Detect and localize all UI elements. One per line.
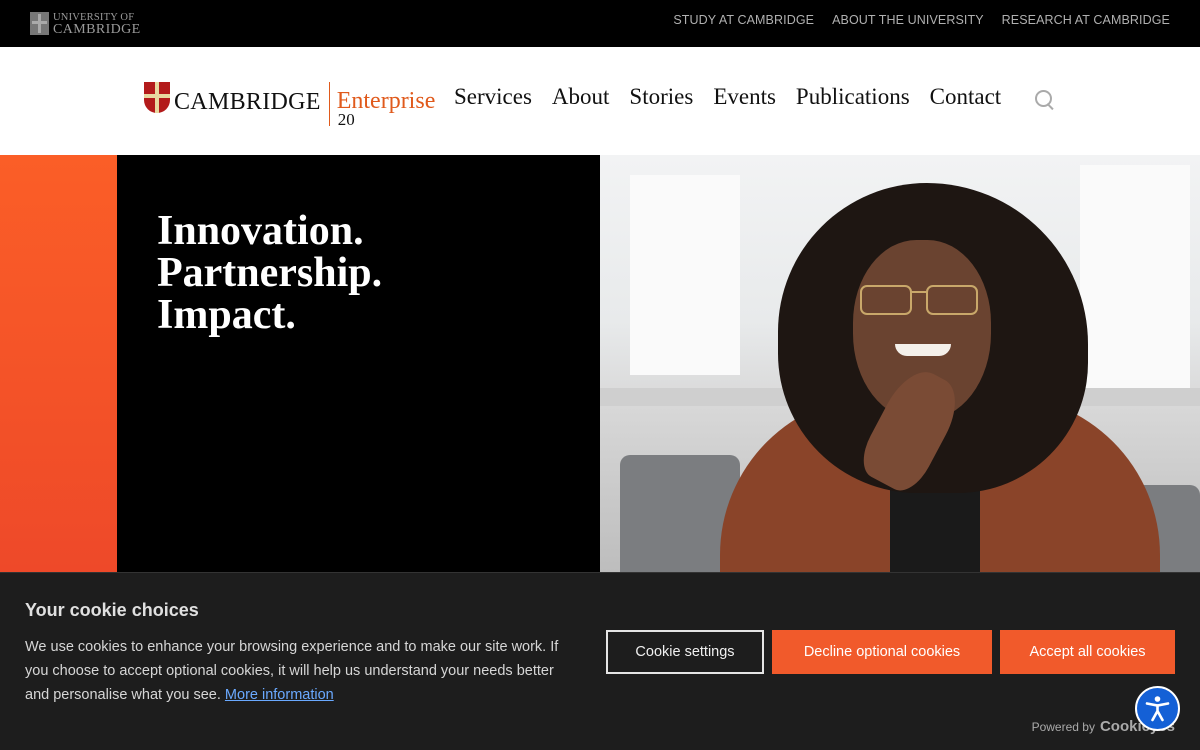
nav-contact[interactable]: Contact: [930, 84, 1002, 110]
nav-stories[interactable]: Stories: [629, 84, 693, 110]
nav-publications[interactable]: Publications: [796, 84, 910, 110]
hero-text-panel: Innovation. Partnership. Impact.: [117, 155, 600, 572]
hero-accent-bar: [0, 155, 117, 572]
glasses: [860, 285, 978, 315]
cookie-banner: Your cookie choices We use cookies to en…: [0, 572, 1200, 750]
nav-about[interactable]: About: [552, 84, 610, 110]
utility-links: STUDY AT CAMBRIDGE ABOUT THE UNIVERSITY …: [673, 0, 1170, 40]
link-study-at-cambridge[interactable]: STUDY AT CAMBRIDGE: [673, 13, 814, 27]
more-information-link[interactable]: More information: [225, 687, 334, 703]
hero-line-innovation: Innovation.: [157, 208, 364, 254]
hero-line-partnership: Partnership.: [157, 250, 383, 296]
cambridge-crest-icon: [144, 82, 170, 113]
link-about-the-university[interactable]: ABOUT THE UNIVERSITY: [832, 13, 984, 27]
decline-optional-cookies-button[interactable]: Decline optional cookies: [772, 630, 992, 674]
link-research-at-cambridge[interactable]: RESEARCH AT CAMBRIDGE: [1002, 13, 1170, 27]
accessibility-icon[interactable]: [1135, 686, 1180, 731]
hero-line-impact: Impact.: [157, 292, 296, 338]
main-nav: Services About Stories Events Publicatio…: [454, 84, 1001, 110]
university-logo[interactable]: UNIVERSITY OF CAMBRIDGE: [30, 11, 141, 37]
smile: [895, 344, 951, 356]
window-pane: [1080, 165, 1190, 395]
hero-photo: [600, 155, 1200, 572]
cookie-settings-button[interactable]: Cookie settings: [606, 630, 764, 674]
cookie-description: We use cookies to enhance your browsing …: [25, 635, 575, 707]
cookie-title: Your cookie choices: [25, 600, 199, 620]
nav-events[interactable]: Events: [713, 84, 776, 110]
university-logo-line2: CAMBRIDGE: [53, 22, 141, 37]
window-pane: [630, 175, 740, 375]
hero-title: Innovation. Partnership. Impact.: [157, 210, 382, 336]
person-shirt: [890, 485, 980, 572]
nav-services[interactable]: Services: [454, 84, 532, 110]
powered-by-label: Powered by: [1031, 720, 1095, 734]
hero-section: Innovation. Partnership. Impact.: [0, 155, 1200, 572]
search-icon[interactable]: [1035, 90, 1055, 110]
brand-divider: [328, 82, 330, 126]
university-crest-icon: [30, 12, 49, 35]
cambridge-enterprise-logo[interactable]: CAMBRIDGE Enterprise 20: [144, 82, 435, 129]
site-header: CAMBRIDGE Enterprise 20 Services About S…: [0, 47, 1200, 155]
brand-name: CAMBRIDGE: [174, 89, 321, 115]
accept-all-cookies-button[interactable]: Accept all cookies: [1000, 630, 1175, 674]
brand-anniversary-number: 20: [337, 110, 355, 129]
utility-bar: UNIVERSITY OF CAMBRIDGE STUDY AT CAMBRID…: [0, 0, 1200, 47]
